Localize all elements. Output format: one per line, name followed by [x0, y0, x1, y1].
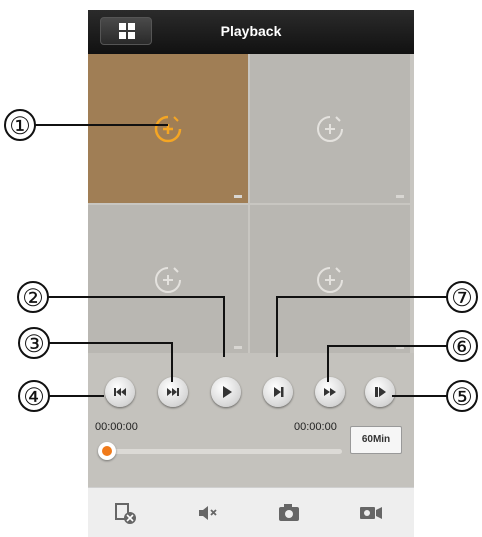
callout-4: ④ — [23, 384, 45, 411]
callout-5: ⑤ — [451, 384, 473, 411]
callout-1: ① — [9, 113, 31, 140]
callout-7: ⑦ — [451, 285, 473, 312]
callout-6: ⑥ — [451, 334, 473, 361]
callout-2: ② — [22, 285, 44, 312]
callout-3: ③ — [23, 331, 45, 358]
callout-annotations: ① ② ③ ④ ⑤ ⑥ ⑦ — [4, 109, 478, 412]
